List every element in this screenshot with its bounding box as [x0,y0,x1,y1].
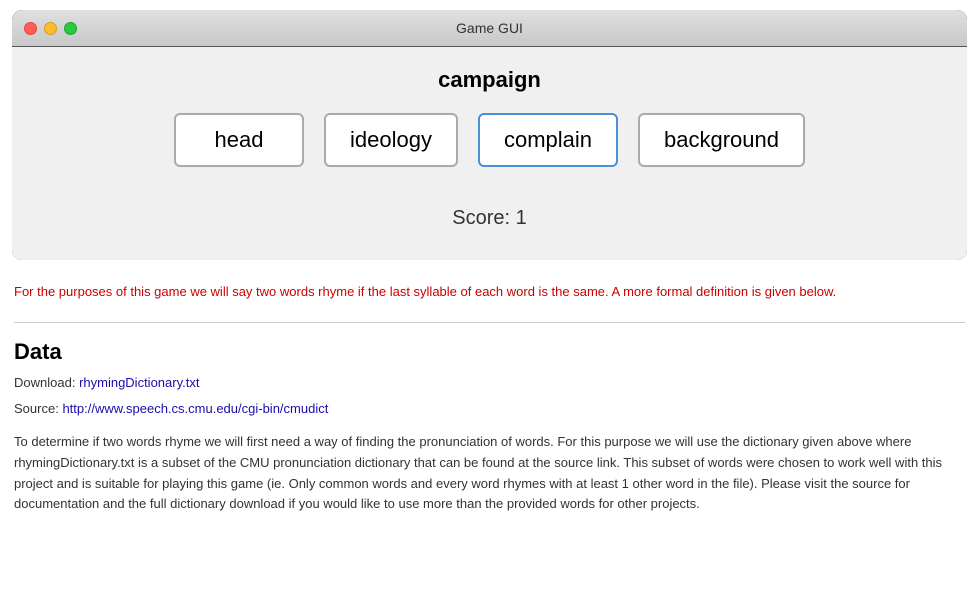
data-heading: Data [14,339,965,365]
divider [14,322,965,323]
traffic-lights [24,22,77,35]
score-display: Score: 1 [42,207,937,230]
page-content: For the purposes of this game we will sa… [0,270,979,541]
source-link[interactable]: http://www.speech.cs.cmu.edu/cgi-bin/cmu… [62,401,328,416]
window-title: Game GUI [456,20,523,36]
source-line: Source: http://www.speech.cs.cmu.edu/cgi… [14,399,965,420]
word-choices: head ideology complain background [42,113,937,167]
choice-button-head[interactable]: head [174,113,304,167]
choice-button-ideology[interactable]: ideology [324,113,458,167]
maximize-button[interactable] [64,22,77,35]
data-section: Data Download: rhymingDictionary.txt Sou… [14,339,965,516]
game-window: Game GUI campaign head ideology complain… [12,10,967,260]
rhyme-description: For the purposes of this game we will sa… [14,282,965,302]
minimize-button[interactable] [44,22,57,35]
download-line: Download: rhymingDictionary.txt [14,373,965,394]
title-bar: Game GUI [12,10,967,46]
data-body-text: To determine if two words rhyme we will … [14,432,965,515]
download-label: Download: [14,375,75,390]
current-word: campaign [42,67,937,93]
source-label: Source: [14,401,59,416]
window-content: campaign head ideology complain backgrou… [12,46,967,260]
close-button[interactable] [24,22,37,35]
download-link[interactable]: rhymingDictionary.txt [79,375,199,390]
choice-button-complain[interactable]: complain [478,113,618,167]
choice-button-background[interactable]: background [638,113,805,167]
